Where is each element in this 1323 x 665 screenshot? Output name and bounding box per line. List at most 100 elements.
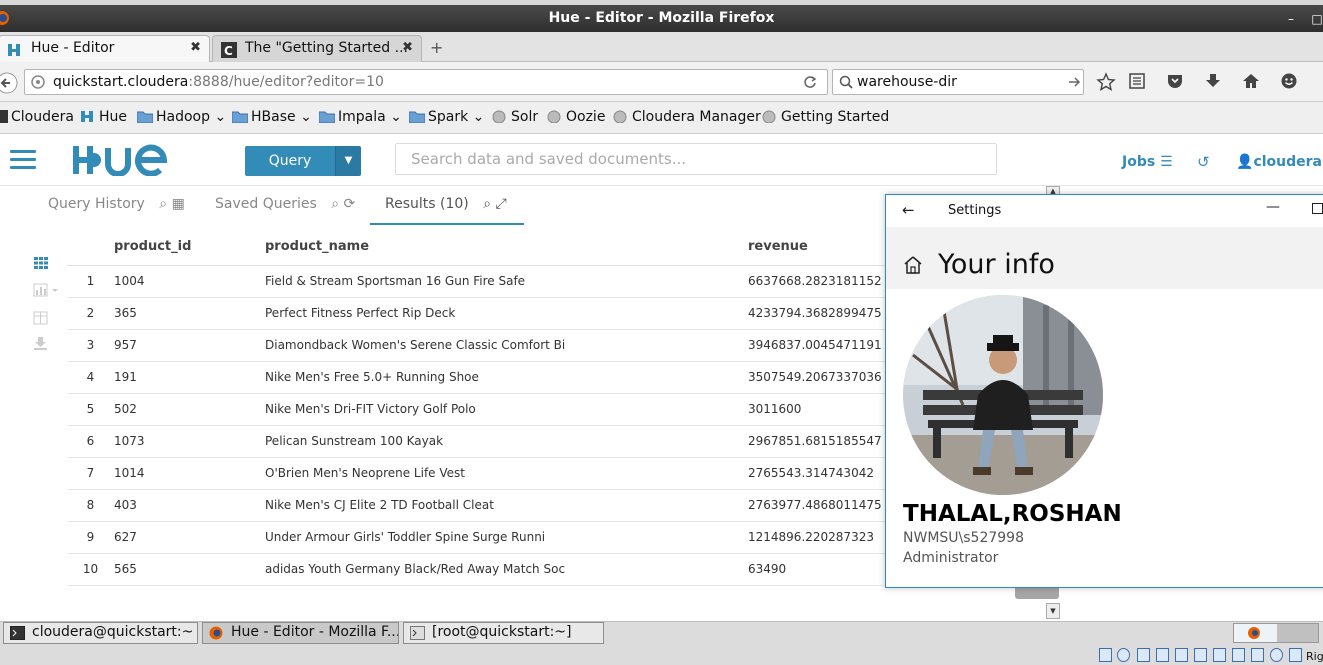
search-icon[interactable]: ⌕ [483, 196, 491, 212]
tab-query-history[interactable]: Query History ⌕ ▦ [48, 196, 185, 212]
settings-minimize-button[interactable]: — [1266, 199, 1280, 215]
hue-search-input[interactable]: Search data and saved documents... [395, 143, 997, 175]
bookmark-cloudera-manager[interactable]: Cloudera Manager [613, 109, 761, 125]
download-icon[interactable] [33, 336, 49, 350]
tray-icon[interactable] [1175, 648, 1188, 662]
hue-bookmark-icon [81, 111, 93, 122]
taskbar-item-terminal-cloudera[interactable]: cloudera@quickstart:~ [3, 622, 198, 644]
tray-icon[interactable] [1213, 648, 1226, 662]
tray-icon[interactable] [1194, 648, 1207, 662]
tab-hue-editor[interactable]: Hue - Editor ✖ [0, 35, 210, 62]
refresh-icon[interactable]: ⟳ [344, 196, 356, 212]
site-info-icon[interactable] [31, 75, 45, 89]
reload-icon[interactable] [803, 75, 817, 89]
query-button[interactable]: Query [245, 146, 335, 176]
tray-icon[interactable] [1270, 648, 1283, 662]
maximize-button[interactable]: □ [1308, 10, 1323, 28]
taskbar-item-terminal-root[interactable]: [root@quickstart:~] [403, 622, 604, 644]
bookmark-cloudera[interactable]: Cloudera [0, 109, 74, 125]
pocket-icon[interactable] [1166, 72, 1188, 94]
new-tab-button[interactable]: + [430, 38, 443, 57]
go-arrow-icon[interactable] [1067, 75, 1081, 89]
avatar[interactable] [903, 295, 1103, 495]
tab-label: Hue - Editor [31, 40, 115, 56]
tray-icon[interactable] [1117, 648, 1130, 662]
settings-window: ← Settings — Your info THALAL,ROSHAN NWM… [885, 194, 1323, 588]
bookmark-folder-spark[interactable]: Spark ⌄ [409, 109, 484, 125]
bookmark-folder-hadoop[interactable]: Hadoop ⌄ [137, 109, 226, 125]
tab-close-icon[interactable]: ✖ [190, 40, 201, 55]
bookmark-folder-impala[interactable]: Impala ⌄ [319, 109, 402, 125]
back-arrow-icon[interactable]: ← [902, 201, 915, 219]
jobs-link[interactable]: Jobs ☰ [1122, 154, 1173, 170]
bookmark-folder-hbase[interactable]: HBase ⌄ [232, 109, 312, 125]
window-title: Hue - Editor - Mozilla Firefox [548, 10, 775, 26]
bookmark-star-icon[interactable] [1096, 72, 1118, 94]
scrollbar-thumb[interactable] [1015, 588, 1059, 599]
tray-label: Rig [1306, 650, 1323, 663]
row-number: 2 [67, 297, 114, 330]
column-header[interactable]: product_name [265, 228, 748, 266]
taskbar-item-firefox[interactable]: Hue - Editor - Mozilla F... [202, 622, 399, 644]
tray-icon[interactable] [1099, 648, 1112, 662]
column-view-icon[interactable] [33, 311, 49, 325]
taskbar-item-label: Hue - Editor - Mozilla F... [231, 624, 399, 640]
cell-product-id: 1073 [114, 425, 265, 458]
globe-icon [613, 110, 627, 123]
tray-icon[interactable] [1137, 648, 1150, 662]
cell-product-name: Under Armour Girls' Toddler Spine Surge … [265, 521, 748, 554]
results-table: product_id product_name revenue 1 1004 Fie… [67, 228, 948, 586]
search-icon[interactable]: ⌕ [159, 196, 167, 212]
calendar-icon[interactable]: ▦ [172, 196, 185, 212]
tab-close-icon[interactable]: ✖ [402, 40, 413, 55]
back-icon[interactable] [0, 72, 18, 94]
chevron-down-icon: ⌄ [468, 109, 485, 125]
workspace-1[interactable] [1234, 624, 1277, 642]
hello-chat-icon[interactable] [1280, 72, 1302, 94]
bookmark-getting-started[interactable]: Getting Started [762, 109, 889, 125]
row-number: 10 [67, 553, 114, 586]
scroll-down-button[interactable]: ▼ [1046, 603, 1060, 619]
hamburger-menu-icon[interactable] [10, 150, 36, 170]
user-menu[interactable]: 👤cloudera [1236, 154, 1322, 170]
tab-saved-queries[interactable]: Saved Queries ⌕ ⟳ [215, 196, 355, 212]
bookmark-solr[interactable]: Solr [492, 109, 538, 125]
chart-view-icon[interactable] [33, 283, 61, 297]
cell-product-name: Nike Men's Dri-FIT Victory Golf Polo [265, 393, 748, 426]
tab-getting-started[interactable]: C The "Getting Started ... ✖ [212, 35, 422, 62]
cloudera-bookmark-icon [0, 110, 8, 123]
column-header[interactable]: product_id [114, 228, 265, 266]
downloads-icon[interactable] [1204, 72, 1226, 94]
cell-product-id: 365 [114, 297, 265, 330]
query-dropdown-icon[interactable]: ▼ [335, 146, 361, 176]
search-input[interactable]: warehouse-dir [832, 69, 1084, 95]
bookmark-hue[interactable]: Hue [80, 109, 127, 125]
tray-icon[interactable] [1232, 648, 1245, 662]
svg-text:C: C [224, 44, 233, 58]
minimize-button[interactable]: – [1282, 10, 1300, 28]
tray-icon[interactable] [1251, 648, 1264, 662]
globe-icon [547, 110, 561, 123]
navigation-bar: quickstart.cloudera:8888/hue/editor?edit… [0, 62, 1323, 102]
expand-icon[interactable]: ⤢ [496, 196, 507, 212]
home-icon[interactable] [1242, 72, 1264, 94]
cell-product-name: O'Brien Men's Neoprene Life Vest [265, 457, 748, 490]
user-icon: 👤 [1236, 154, 1254, 170]
workspace-pager[interactable] [1233, 623, 1319, 643]
cell-product-id: 1014 [114, 457, 265, 490]
bookmark-oozie[interactable]: Oozie [547, 109, 605, 125]
grid-view-icon[interactable] [33, 256, 49, 270]
table-row: 6 1073 Pelican Sunstream 100 Kayak 2967851.… [67, 425, 948, 458]
settings-titlebar: ← Settings — [886, 195, 1323, 227]
tab-results[interactable]: Results (10) ⌕ ⤢ [385, 196, 507, 212]
firefox-icon [209, 626, 223, 640]
tray-icon[interactable] [1289, 648, 1302, 662]
cell-product-name: Field & Stream Sportsman 16 Gun Fire Saf… [265, 265, 748, 298]
history-icon[interactable]: ↺ [1197, 153, 1210, 171]
tray-icon[interactable] [1156, 648, 1169, 662]
table-row: 7 1014 O'Brien Men's Neoprene Life Vest 276… [67, 457, 948, 490]
url-bar[interactable]: quickstart.cloudera:8888/hue/editor?edit… [24, 69, 828, 95]
search-icon[interactable]: ⌕ [331, 196, 339, 212]
settings-maximize-button[interactable] [1312, 203, 1323, 214]
reading-list-icon[interactable] [1128, 72, 1150, 94]
